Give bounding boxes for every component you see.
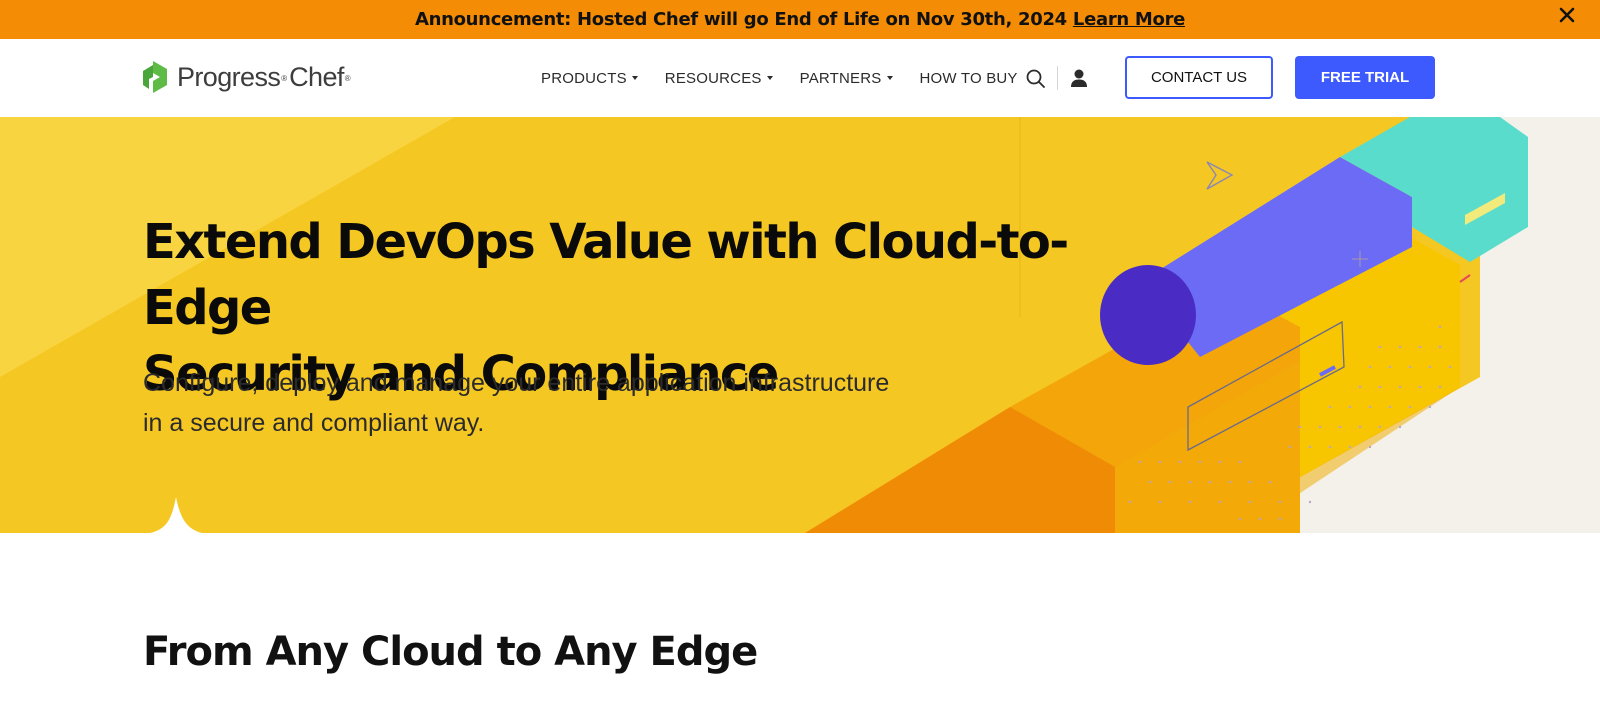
free-trial-button[interactable]: FREE TRIAL <box>1295 56 1435 99</box>
progress-chef-logo[interactable]: Progress ® Chef ® <box>143 58 353 96</box>
site-header: Progress ® Chef ® PRODUCTS RESOURCES PAR… <box>0 39 1600 117</box>
announcement-text: Announcement: Hosted Chef will go End of… <box>414 9 1067 30</box>
search-icon <box>1026 69 1045 88</box>
caret-down-icon <box>886 76 893 80</box>
logo-brand: Progress <box>177 61 281 92</box>
user-icon <box>1071 69 1087 87</box>
hero-section: Extend DevOps Value with Cloud-to-Edge S… <box>0 117 1600 533</box>
main-nav: PRODUCTS RESOURCES PARTNERS HOW TO BUY <box>541 39 1045 117</box>
header-divider <box>1057 66 1058 90</box>
nav-resources[interactable]: RESOURCES <box>665 70 773 87</box>
logo-product: Chef <box>289 61 344 92</box>
logo-registered-mark: ® <box>281 73 288 83</box>
search-button[interactable] <box>1025 68 1047 90</box>
account-button[interactable] <box>1068 67 1090 89</box>
close-announcement-button[interactable] <box>1554 2 1580 28</box>
learn-more-link[interactable]: Learn More <box>1073 9 1185 30</box>
announcement-bar: Announcement: Hosted Chef will go End of… <box>0 0 1600 39</box>
section-title: From Any Cloud to Any Edge <box>143 629 758 675</box>
nav-resources-label: RESOURCES <box>664 69 762 87</box>
contact-us-button[interactable]: CONTACT US <box>1125 56 1273 99</box>
nav-how-to-buy[interactable]: HOW TO BUY <box>920 70 1018 87</box>
hero-subtitle-line-1: Configure, deploy and manage your entire… <box>143 369 890 397</box>
nav-products-label: PRODUCTS <box>541 69 627 87</box>
nav-partners-label: PARTNERS <box>799 69 882 87</box>
nav-partners[interactable]: PARTNERS <box>800 70 893 87</box>
content-section: From Any Cloud to Any Edge <box>0 533 1594 704</box>
hero-subtitle-line-2: in a secure and compliant way. <box>143 409 485 437</box>
logo-registered-mark-2: ® <box>344 73 351 83</box>
hero-subtitle: Configure, deploy and manage your entire… <box>143 363 963 443</box>
close-icon <box>1559 7 1575 23</box>
hero-title-line-1: Extend DevOps Value with Cloud-to-Edge <box>143 214 1069 336</box>
caret-down-icon <box>766 76 773 80</box>
nav-products[interactable]: PRODUCTS <box>541 70 638 87</box>
caret-down-icon <box>631 76 638 80</box>
chef-logo-icon <box>143 61 167 93</box>
nav-how-to-buy-label: HOW TO BUY <box>919 69 1018 87</box>
